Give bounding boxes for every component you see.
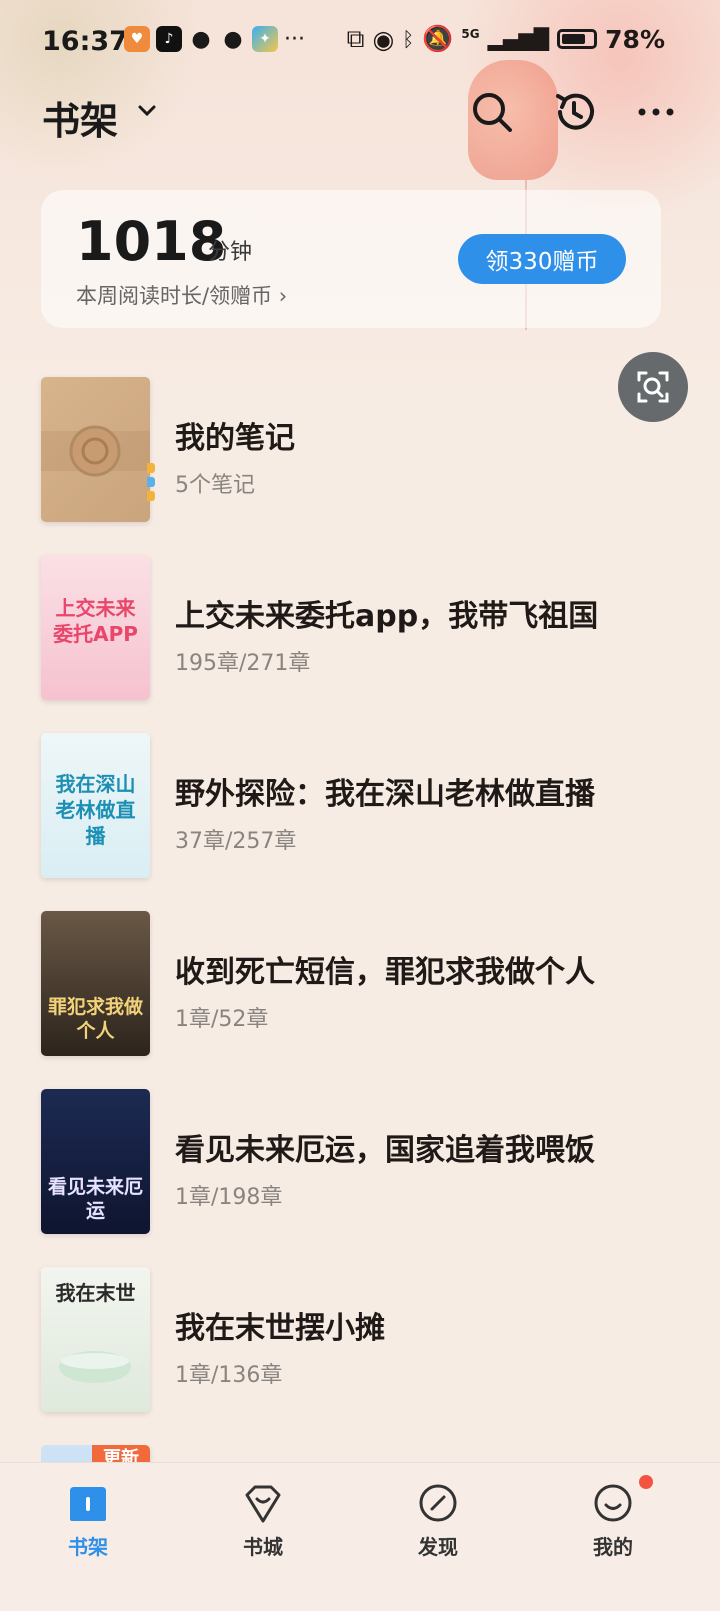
- book-cover-text: 我在深山老林做直播: [55, 772, 136, 848]
- header-actions: [470, 90, 678, 134]
- notes-item[interactable]: 我的笔记 5个笔记: [41, 377, 681, 523]
- book-item[interactable]: 我在末世 我在末世摆小摊 1章/136章: [41, 1267, 681, 1413]
- cast-icon: ⧉: [346, 24, 365, 53]
- book-cover-text: 上交未来委托APP: [53, 596, 138, 646]
- reading-minutes: 1018: [76, 210, 227, 273]
- nav-label-bookshelf: 书架: [68, 1535, 108, 1559]
- nav-label-bookstore: 书城: [243, 1535, 283, 1559]
- status-system-icons: ⧉ ◉ ᛒ 🔕 5G ▂▄▆█ 78%: [347, 24, 665, 54]
- chevron-down-icon[interactable]: [132, 96, 162, 126]
- book-title: 我在末世摆小摊: [175, 1311, 385, 1346]
- book-cover: 我在深山老林做直播: [41, 733, 150, 878]
- book-item[interactable]: 上交未来委托APP 上交未来委托app，我带飞祖国 195章/271章: [41, 555, 681, 701]
- book-title: 野外探险：我在深山老林做直播: [175, 777, 595, 812]
- mute-icon: 🔕: [422, 24, 454, 53]
- shield-app-icon: ♥: [124, 26, 150, 52]
- signal-icon: ▂▄▆█: [487, 27, 550, 51]
- book-title: 收到死亡短信，罪犯求我做个人: [175, 955, 595, 990]
- header: 书架: [42, 90, 678, 143]
- book-progress: 37章/257章: [175, 829, 297, 854]
- more-button[interactable]: [634, 90, 678, 134]
- nav-tab-bookshelf[interactable]: 书架: [28, 1463, 148, 1611]
- reading-time-card[interactable]: 1018 分钟 本周阅读时长/领赠币 › 领330赠币: [41, 190, 661, 328]
- more-notifications-icon: ···: [284, 26, 305, 52]
- notes-cover: [41, 377, 150, 522]
- book-cover-text: 看见未来厄运: [47, 1176, 143, 1222]
- claim-coins-button[interactable]: 领330赠币: [458, 234, 626, 284]
- reading-unit: 分钟: [208, 240, 253, 265]
- book-progress: 195章/271章: [175, 651, 311, 676]
- book-progress: 1章/198章: [175, 1185, 283, 1210]
- notes-emblem-icon: [41, 425, 150, 477]
- nav-label-discover: 发现: [418, 1535, 458, 1559]
- battery-fill: [562, 34, 586, 44]
- book-cover: 我在末世: [41, 1267, 150, 1412]
- bottom-nav: 书架 书城 发现 我的: [0, 1462, 720, 1611]
- eye-icon: ◉: [372, 24, 395, 54]
- book-item[interactable]: 罪犯求我做个人 收到死亡短信，罪犯求我做个人 1章/52章: [41, 911, 681, 1057]
- message-icon: ●: [223, 26, 243, 52]
- status-time: 16:37: [42, 26, 128, 57]
- book-title: 看见未来厄运，国家追着我喂饭: [175, 1133, 595, 1168]
- notification-dot: [639, 1475, 653, 1489]
- more-icon: [638, 108, 674, 116]
- network-label: 5G: [461, 27, 480, 41]
- book-cover: 看见未来厄运: [41, 1089, 150, 1234]
- book-item-partial[interactable]: 更新: [41, 1445, 681, 1462]
- battery-icon: [557, 29, 598, 49]
- book-cover: 罪犯求我做个人: [41, 911, 150, 1056]
- book-item[interactable]: 我在深山老林做直播 野外探险：我在深山老林做直播 37章/257章: [41, 733, 681, 879]
- search-button[interactable]: [470, 90, 514, 134]
- notes-tabs-decoration: [147, 463, 155, 503]
- page-title[interactable]: 书架: [42, 90, 118, 145]
- notes-count: 5个笔记: [175, 473, 255, 498]
- search-icon: [473, 93, 512, 132]
- book-cover: 上交未来委托APP: [41, 555, 150, 700]
- status-notification-icons: ♥ ♪ ● ● ✦ ···: [124, 26, 305, 52]
- compass-icon: [419, 1484, 457, 1522]
- nav-tab-bookstore[interactable]: 书城: [203, 1463, 323, 1611]
- notes-title: 我的笔记: [175, 421, 295, 456]
- history-icon: [556, 93, 594, 130]
- smile-profile-icon: [594, 1484, 632, 1522]
- bowl-illustration-icon: [59, 1351, 131, 1383]
- book-progress: 1章/136章: [175, 1363, 283, 1388]
- browser-app-icon: ✦: [252, 26, 278, 52]
- book-title: 上交未来委托app，我带飞祖国: [175, 599, 599, 634]
- wechat-icon: ●: [191, 26, 211, 52]
- nav-tab-profile[interactable]: 我的: [553, 1463, 673, 1611]
- book-cover: 更新: [41, 1445, 150, 1462]
- nav-label-profile: 我的: [593, 1535, 633, 1559]
- book-progress: 1章/52章: [175, 1007, 269, 1032]
- bluetooth-icon: ᛒ: [402, 27, 415, 51]
- battery-percent: 78%: [605, 24, 665, 54]
- tiktok-icon: ♪: [156, 26, 182, 52]
- nav-tab-discover[interactable]: 发现: [378, 1463, 498, 1611]
- bookstore-icon: [245, 1485, 281, 1523]
- bookshelf-icon: [70, 1487, 106, 1521]
- history-button[interactable]: [552, 90, 596, 134]
- update-badge: 更新: [92, 1445, 150, 1462]
- book-cover-text: 罪犯求我做个人: [47, 996, 143, 1042]
- reading-subtitle-link[interactable]: 本周阅读时长/领赠币 ›: [76, 280, 287, 310]
- status-bar: 16:37 ♥ ♪ ● ● ✦ ··· ⧉ ◉ ᛒ 🔕 5G ▂▄▆█ 78%: [0, 0, 720, 84]
- book-item[interactable]: 看见未来厄运 看见未来厄运，国家追着我喂饭 1章/198章: [41, 1089, 681, 1235]
